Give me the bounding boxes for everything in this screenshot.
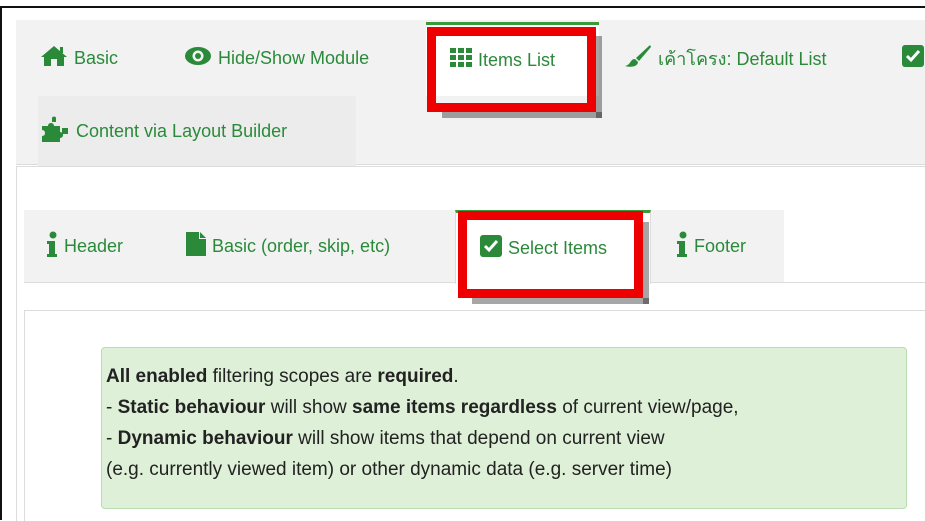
sub-tab-bar <box>24 210 784 282</box>
eye-icon <box>184 46 212 71</box>
tab-layout-default-list[interactable]: เค้าโครง: Default List <box>624 20 827 96</box>
subtab-header[interactable]: Header <box>46 210 123 282</box>
info-icon <box>676 231 688 262</box>
notice-line-1: All enabled filtering scopes are require… <box>106 361 906 392</box>
home-icon <box>40 44 68 73</box>
checkbox-icon <box>480 235 502 262</box>
file-icon <box>186 231 206 261</box>
subtab-footer[interactable]: Footer <box>676 210 746 282</box>
notice-line-3: - Dynamic behaviour will show items that… <box>106 423 906 454</box>
subtab-select-items[interactable]: Select Items <box>455 210 651 284</box>
tab-content-via-layout-builder-label: Content via Layout Builder <box>76 120 288 141</box>
notice-text: - <box>106 428 118 449</box>
notice-emphasis: Static behaviour <box>117 397 266 418</box>
notice-text: will show <box>265 397 353 418</box>
tab-basic[interactable]: Basic <box>40 20 118 96</box>
notice-emphasis: required <box>377 366 454 387</box>
subtab-basic-order-skip-label: Basic (order, skip, etc) <box>212 235 391 256</box>
notice-text: filtering scopes are <box>207 366 378 387</box>
tab-items-list-label: Items List <box>478 50 556 70</box>
notice-text: - <box>106 397 118 418</box>
grid-icon <box>450 48 472 73</box>
info-icon <box>46 231 58 262</box>
notice-line-2: - Static behaviour will show same items … <box>106 392 906 423</box>
notice-text: will show items that depend on current v… <box>292 428 665 449</box>
subtab-footer-label: Footer <box>694 235 747 256</box>
notice-text: . <box>453 366 459 387</box>
subtab-select-items-label: Select Items <box>508 238 608 258</box>
tab-checkbox-partial[interactable] <box>902 20 925 96</box>
notice-line-4: (e.g. currently viewed item) or other dy… <box>106 459 672 480</box>
filtering-scopes-notice: All enabled filtering scopes are require… <box>101 347 907 509</box>
notice-emphasis: Dynamic behaviour <box>117 428 293 449</box>
tab-items-list[interactable]: Items List <box>426 22 599 96</box>
notice-emphasis: same items regardless <box>352 397 557 418</box>
tab-content-via-layout-builder[interactable]: Content via Layout Builder <box>38 96 356 166</box>
checkbox-icon <box>902 44 924 72</box>
notice-text: of current view/page, <box>556 397 739 418</box>
subtab-basic-order-skip[interactable]: Basic (order, skip, etc) <box>186 210 390 282</box>
brush-icon <box>624 44 652 73</box>
tab-basic-label: Basic <box>74 47 119 68</box>
tab-hide-show-module-label: Hide/Show Module <box>218 47 370 68</box>
tab-hide-show-module[interactable]: Hide/Show Module <box>184 20 369 96</box>
subtab-header-label: Header <box>64 235 124 256</box>
puzzle-icon <box>40 116 70 147</box>
tab-layout-default-list-label: เค้าโครง: Default List <box>658 48 827 69</box>
notice-emphasis: All enabled <box>106 366 208 387</box>
